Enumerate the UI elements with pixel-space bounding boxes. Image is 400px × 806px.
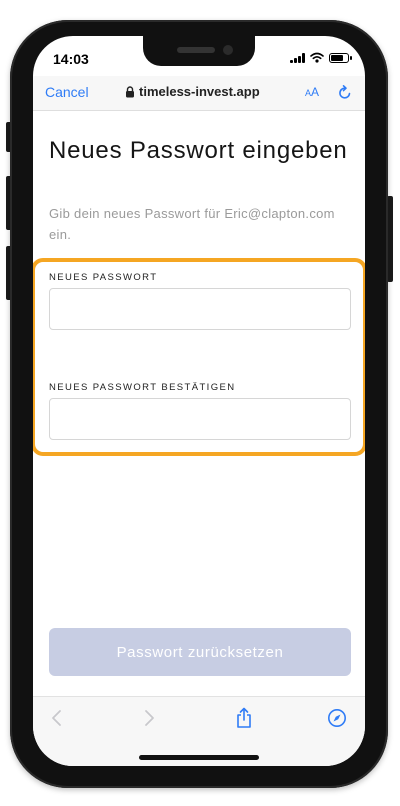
new-password-input[interactable]	[49, 288, 351, 330]
back-arrow-icon	[51, 710, 63, 730]
share-icon	[235, 707, 253, 732]
notch	[143, 36, 255, 66]
home-indicator	[139, 755, 259, 760]
compass-button[interactable]	[327, 708, 347, 731]
confirm-password-label: NEUES PASSWORT BESTÄTIGEN	[49, 382, 236, 393]
back-button[interactable]	[51, 709, 63, 730]
cancel-button[interactable]: Cancel	[45, 84, 89, 100]
safari-address-bar: Cancel timeless-invest.app AA	[33, 76, 365, 111]
share-button[interactable]	[235, 707, 253, 732]
page-subtitle: Gib dein neues Passwort für Eric@clapton…	[49, 206, 335, 242]
new-password-label: NEUES PASSWORT	[49, 272, 158, 283]
status-time: 14:03	[53, 51, 89, 67]
safari-bottom-toolbar	[33, 696, 365, 766]
compass-icon	[327, 709, 347, 731]
forward-arrow-icon	[143, 710, 155, 730]
stage: 14:03 Cancel timeless-invest.app AA Neue…	[0, 0, 400, 806]
signal-icon	[290, 52, 305, 63]
front-camera	[223, 45, 233, 55]
confirm-password-input[interactable]	[49, 398, 351, 440]
wifi-icon	[310, 52, 324, 63]
text-size-button[interactable]: AA	[305, 85, 319, 99]
text-size-large-glyph: A	[311, 85, 320, 99]
address-field[interactable]: timeless-invest.app	[125, 84, 260, 99]
battery-icon	[329, 52, 352, 63]
forward-button[interactable]	[143, 709, 155, 730]
earpiece-speaker	[177, 47, 215, 53]
reset-password-button[interactable]: Passwort zurücksetzen	[49, 628, 351, 676]
status-icons	[290, 52, 352, 63]
page-title: Neues Passwort eingeben	[49, 137, 348, 164]
reload-icon[interactable]	[338, 84, 352, 105]
phone-screen: 14:03 Cancel timeless-invest.app AA Neue…	[33, 36, 365, 766]
address-text: timeless-invest.app	[139, 84, 260, 99]
lock-icon	[125, 85, 135, 98]
